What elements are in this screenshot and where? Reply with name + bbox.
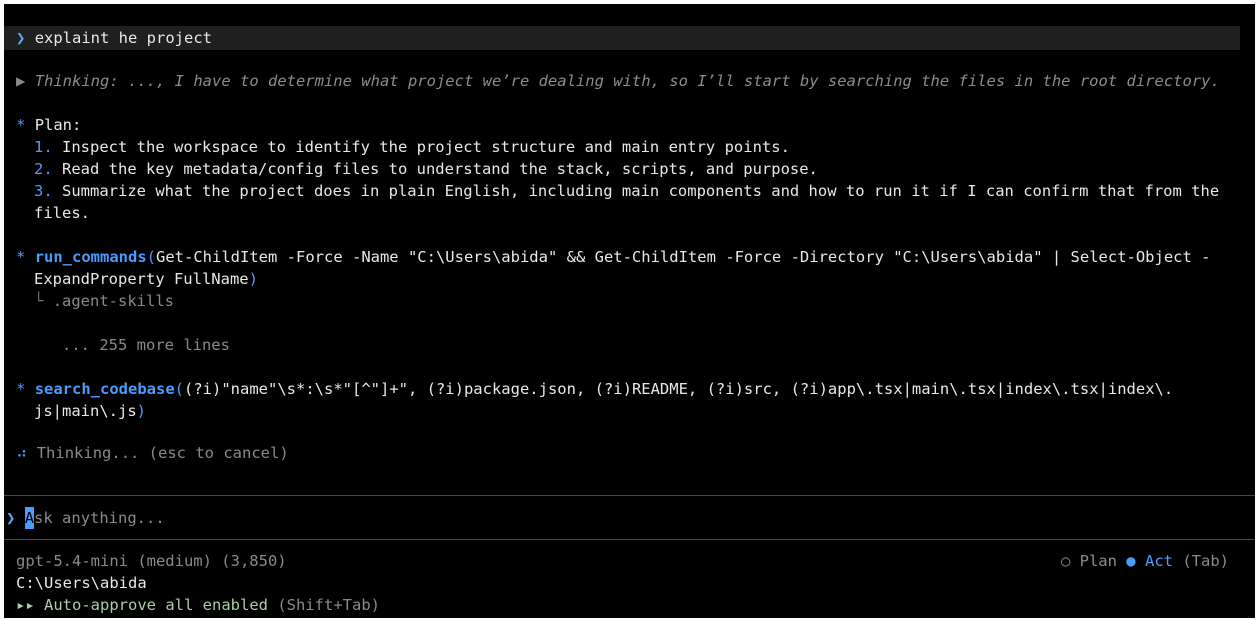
- act-radio-icon[interactable]: ●: [1126, 552, 1135, 570]
- tool-args: Get-ChildItem -Force -Name "C:\Users\abi…: [156, 248, 1211, 266]
- plan-step-continuation: files.: [34, 204, 90, 222]
- thinking-summary-text: Thinking: ..., I have to determine what …: [34, 72, 1220, 90]
- plan-step-number: 3.: [34, 182, 53, 200]
- input-top-divider: [4, 495, 1255, 496]
- thinking-status: ⠴ Thinking... (esc to cancel): [16, 442, 1255, 464]
- plan-step-text: Read the key metadata/config files to un…: [62, 160, 818, 178]
- thinking-summary[interactable]: ▶ Thinking: ..., I have to determine wha…: [16, 70, 1255, 92]
- plan-step-number: 1.: [34, 138, 53, 156]
- plan-radio-icon[interactable]: ○: [1061, 552, 1070, 570]
- input-placeholder[interactable]: sk anything...: [34, 509, 165, 527]
- thinking-status-text: Thinking... (esc to cancel): [36, 444, 289, 462]
- tool-name: search_codebase: [34, 380, 175, 398]
- plan-step: 1. Inspect the workspace to identify the…: [34, 136, 1255, 158]
- mode-plan-option[interactable]: Plan: [1080, 552, 1117, 570]
- tool-args-continuation: js|main\.js): [34, 402, 146, 420]
- plan-step-number: 2.: [34, 160, 53, 178]
- prompt-chevron-icon: ❯: [16, 29, 26, 47]
- tool-call-run-commands: * run_commands(Get-ChildItem -Force -Nam…: [16, 248, 1211, 266]
- plan-step-text: Summarize what the project does in plain…: [62, 182, 1220, 200]
- mode-act-option[interactable]: Act: [1145, 552, 1173, 570]
- tool-call-search-codebase: * search_codebase((?i)"name"\s*:\s*"[^"]…: [16, 380, 1174, 398]
- auto-approve-text: Auto-approve all enabled: [44, 596, 268, 614]
- plan-header: * Plan:: [16, 114, 1255, 136]
- terminal-window: ❯ explaint he project ▶ Thinking: ..., I…: [4, 4, 1255, 618]
- auto-approve-status[interactable]: ▸▸ Auto-approve all enabled (Shift+Tab): [16, 594, 1255, 616]
- input-chevron-icon: ❯: [6, 509, 16, 527]
- plan-bullet-icon: *: [16, 116, 26, 134]
- tool-output-text: .agent-skills: [52, 292, 175, 310]
- input-bottom-divider: [4, 539, 1255, 540]
- user-message: ❯ explaint he project: [4, 26, 1240, 50]
- tool-args-continuation: ExpandProperty FullName): [34, 270, 258, 288]
- user-message-text: explaint he project: [34, 29, 212, 47]
- tool-bullet-icon: *: [16, 248, 26, 266]
- spinner-icon: ⠴: [16, 444, 28, 462]
- plan-step: 3. Summarize what the project does in pl…: [34, 180, 1255, 202]
- more-lines-indicator[interactable]: ... 255 more lines: [62, 334, 1255, 356]
- tool-bullet-icon: *: [16, 380, 26, 398]
- plan-step-text: Inspect the workspace to identify the pr…: [62, 138, 790, 156]
- tree-branch-icon: └: [34, 292, 44, 310]
- plan-title: Plan:: [34, 116, 82, 134]
- mode-hint: (Tab): [1182, 552, 1229, 570]
- expand-triangle-icon[interactable]: ▶: [16, 72, 25, 90]
- mode-toggle[interactable]: ○ Plan ● Act (Tab): [1061, 550, 1229, 572]
- auto-approve-hint: (Shift+Tab): [277, 596, 380, 614]
- tool-output: └ .agent-skills: [34, 290, 1255, 312]
- current-path: C:\Users\abida: [16, 574, 147, 592]
- plan-step: 2. Read the key metadata/config files to…: [34, 158, 1255, 180]
- fast-forward-icon: ▸▸: [16, 596, 35, 614]
- tool-name: run_commands: [34, 248, 147, 266]
- tool-args: (?i)"name"\s*:\s*"[^"]+", (?i)package.js…: [184, 380, 1174, 398]
- text-cursor: A: [24, 507, 35, 529]
- chat-input[interactable]: ❯ Ask anything...: [6, 507, 1255, 529]
